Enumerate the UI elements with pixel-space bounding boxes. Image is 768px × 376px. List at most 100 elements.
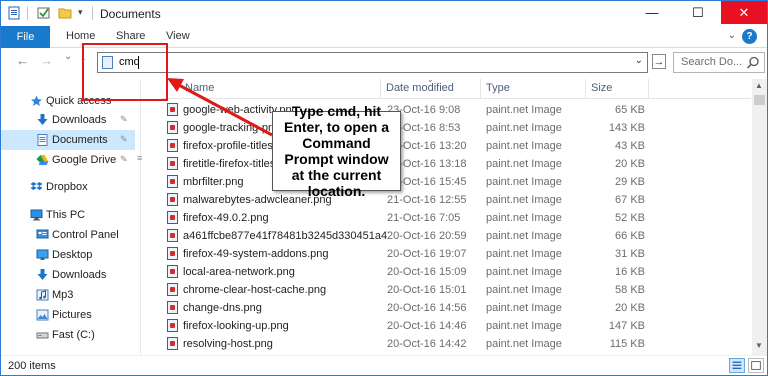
table-row[interactable]: firefox-49-system-addons.png 20-Oct-16 19… — [161, 245, 751, 263]
window-title: Documents — [100, 7, 161, 21]
column-divider[interactable] — [648, 79, 649, 99]
table-row[interactable]: local-area-network.png 20-Oct-16 15:09 pai… — [161, 263, 751, 281]
file-size: 115 KB — [609, 338, 645, 350]
pin-icon[interactable]: ✎ — [120, 134, 128, 145]
table-row[interactable]: firetitle-firefox-titles.png 21-Oct-16 13… — [161, 155, 751, 173]
go-button[interactable]: → — [652, 54, 666, 69]
table-row[interactable]: resolving-host.png 20-Oct-16 14:42 paint.n… — [161, 335, 751, 353]
column-divider[interactable] — [380, 79, 381, 99]
sidebar-item-fast-drive[interactable]: Fast (C:) — [1, 325, 135, 345]
star-icon — [31, 95, 42, 106]
customize-toolbar-icon[interactable]: ▾ — [78, 7, 83, 18]
new-folder-icon[interactable] — [58, 6, 72, 20]
tab-home[interactable]: Home — [66, 30, 95, 42]
pin-icon[interactable]: ✎ — [120, 154, 128, 165]
table-row[interactable]: change-dns.png 20-Oct-16 14:56 paint.net I… — [161, 299, 751, 317]
sidebar-item-label: Desktop — [52, 249, 93, 261]
pictures-icon — [36, 309, 49, 321]
column-size[interactable]: Size — [591, 82, 612, 94]
file-type: paint.net Image — [486, 266, 562, 278]
file-type: paint.net Image — [486, 194, 562, 206]
download-arrow-icon — [37, 114, 48, 125]
scrollbar-thumb[interactable] — [754, 95, 765, 105]
sidebar-item-pictures[interactable]: Pictures — [1, 305, 135, 325]
search-box[interactable]: Search Do... — [673, 52, 765, 73]
file-size: 66 KB — [615, 230, 645, 242]
file-name: resolving-host.png — [183, 338, 273, 350]
file-date: 20-Oct-16 14:46 — [387, 320, 467, 332]
tab-share[interactable]: Share — [116, 30, 145, 42]
properties-icon[interactable] — [37, 6, 51, 20]
table-row[interactable]: chrome-clear-host-cache.png 20-Oct-16 15:… — [161, 281, 751, 299]
sidebar-item-this-pc[interactable]: This PC — [1, 205, 135, 225]
sidebar-item-mp3[interactable]: Mp3 — [1, 285, 135, 305]
file-size: 67 KB — [615, 194, 645, 206]
pane-splitter[interactable] — [140, 79, 141, 355]
vertical-scrollbar[interactable]: ▲ ▼ — [752, 79, 767, 355]
search-icon[interactable] — [746, 56, 760, 70]
column-name[interactable]: Name — [185, 82, 214, 94]
paint-net-file-icon — [167, 139, 178, 152]
file-type: paint.net Image — [486, 320, 562, 332]
title-bar: ▾ Documents — ☐ ✕ — [1, 1, 767, 26]
file-date: 21-Oct-16 7:05 — [387, 212, 461, 224]
file-type: paint.net Image — [486, 302, 562, 314]
tab-file[interactable]: File — [1, 26, 50, 48]
annotation-highlight-box — [82, 43, 168, 101]
back-button[interactable]: ← — [16, 53, 29, 68]
sidebar-item-label: This PC — [46, 209, 86, 221]
splitter-grip-icon[interactable]: ≡ — [137, 153, 142, 163]
search-input[interactable]: Search Do... — [681, 56, 742, 68]
maximize-button[interactable]: ☐ — [675, 1, 721, 24]
sidebar-item-dropbox[interactable]: Dropbox — [1, 177, 135, 197]
table-row[interactable]: firefox-profile-titles.png 21-Oct-16 13:2… — [161, 137, 751, 155]
address-dropdown-icon[interactable]: ⌄ — [635, 55, 643, 66]
large-icons-view-icon[interactable] — [748, 358, 764, 373]
sidebar-item-desktop[interactable]: Desktop — [1, 245, 135, 265]
scroll-down-arrow-icon[interactable]: ▼ — [755, 341, 763, 350]
table-row[interactable]: firefox-looking-up.png 20-Oct-16 14:46 pai… — [161, 317, 751, 335]
forward-button[interactable]: → — [40, 53, 53, 68]
paint-net-file-icon — [167, 319, 178, 332]
file-name: firefox-49.0.2.png — [183, 212, 269, 224]
title-separator — [92, 6, 93, 20]
minimize-button[interactable]: — — [629, 1, 675, 24]
sidebar-item-google-drive[interactable]: Google Drive ✎ — [1, 150, 135, 170]
close-button[interactable]: ✕ — [721, 1, 767, 24]
expand-ribbon-chevron-icon[interactable]: ⌄ — [728, 30, 736, 41]
table-row[interactable]: malwarebytes-adwcleaner.png 21-Oct-16 12:… — [161, 191, 751, 209]
status-bar: 200 items — [1, 355, 767, 375]
sidebar-item-documents[interactable]: Documents ✎ — [1, 130, 135, 150]
sidebar-item-downloads[interactable]: Downloads ✎ — [1, 110, 135, 130]
file-list: Name ⌄ Date modified Type Size google-we… — [161, 79, 751, 355]
sidebar-item-downloads-pc[interactable]: Downloads — [1, 265, 135, 285]
table-row[interactable]: google-tracking-protection.png 23-Oct-16 … — [161, 119, 751, 137]
paint-net-file-icon — [167, 103, 178, 116]
explorer-app-icon[interactable] — [7, 6, 21, 20]
sidebar-item-control-panel[interactable]: Control Panel — [1, 225, 135, 245]
column-divider[interactable] — [480, 79, 481, 99]
column-date-modified[interactable]: Date modified — [386, 82, 454, 94]
file-type: paint.net Image — [486, 284, 562, 296]
address-bar[interactable]: cmd ⌄ — [97, 52, 648, 73]
file-size: 65 KB — [615, 104, 645, 116]
table-row[interactable]: a461ffcbe877e41f78481b3245d330451a47... 2… — [161, 227, 751, 245]
google-drive-icon — [36, 155, 49, 166]
help-icon[interactable]: ? — [742, 29, 757, 44]
column-type[interactable]: Type — [486, 82, 510, 94]
document-icon — [37, 134, 48, 146]
sidebar-item-label: Downloads — [52, 114, 107, 126]
scroll-up-arrow-icon[interactable]: ▲ — [755, 81, 763, 90]
recent-locations-button[interactable]: ⌄ — [64, 51, 72, 62]
column-divider[interactable] — [585, 79, 586, 99]
file-type: paint.net Image — [486, 176, 562, 188]
file-name: firefox-looking-up.png — [183, 320, 289, 332]
table-row[interactable]: mbrfilter.png 21-Oct-16 15:45 paint.net Im… — [161, 173, 751, 191]
file-name: firefox-49-system-addons.png — [183, 248, 329, 260]
tab-view[interactable]: View — [166, 30, 190, 42]
pin-icon[interactable]: ✎ — [120, 114, 128, 125]
table-row[interactable]: google-web-activity.png 23-Oct-16 9:08 pai… — [161, 101, 751, 119]
details-view-icon[interactable] — [729, 358, 745, 373]
drive-icon — [36, 332, 49, 339]
table-row[interactable]: firefox-49.0.2.png 21-Oct-16 7:05 paint.ne… — [161, 209, 751, 227]
